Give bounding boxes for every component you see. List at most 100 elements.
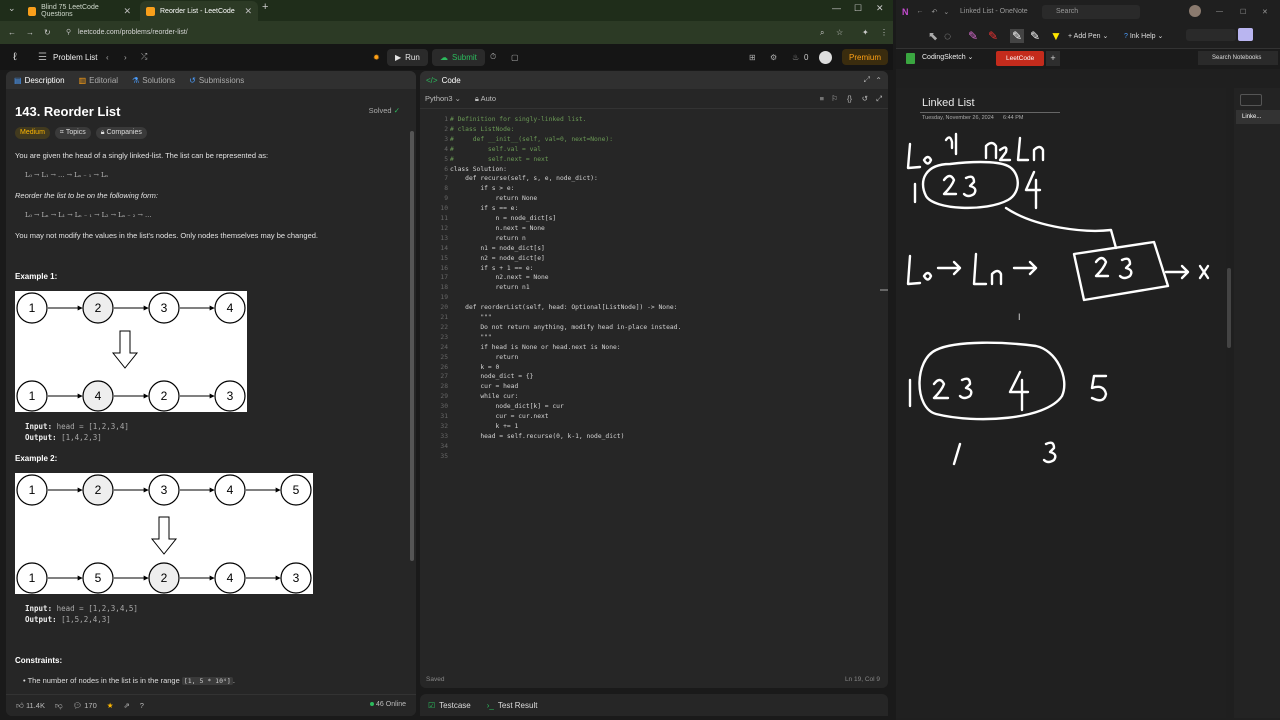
add-section-icon[interactable]: + [1046,51,1060,66]
node-label: 4 [227,301,234,315]
maximize-icon[interactable]: ☐ [1240,8,1246,16]
language-selector[interactable]: Python3 ⌄ [425,94,461,103]
tab-title: Reorder List - LeetCode [160,7,235,15]
add-page-icon[interactable] [1240,94,1262,106]
onenote-search-field[interactable]: Search [1042,5,1140,19]
url-field[interactable]: ⚲ leetcode.com/problems/reorder-list/ [60,25,820,40]
text-cursor-icon: I [1018,312,1021,322]
forward-icon[interactable]: → [26,28,34,37]
user-avatar[interactable] [819,50,832,64]
expand-icon[interactable]: ⤢ [864,75,870,85]
minimize-icon[interactable]: — [1216,8,1223,15]
section-tab-leetcode[interactable]: LeetCode [996,51,1045,66]
page-list-item[interactable]: Linke... [1236,110,1280,124]
highlighter-icon[interactable]: ▼ [1050,29,1062,43]
undo-icon[interactable]: ↶ [932,8,938,16]
reset-icon[interactable]: ↺ [862,94,868,103]
code-line: n = node_dict[s] [450,215,557,222]
tab-test-result[interactable]: ›_ Test Result [487,701,538,710]
like-button[interactable]: 👍︎ 11.4K [16,701,45,711]
timer-icon[interactable]: ⏱ [490,44,496,70]
problem-list-icon[interactable]: ☰ [38,44,47,70]
browser-tab-blind75[interactable]: Blind 75 LeetCode Questions ✕ [22,1,137,21]
close-window-icon[interactable]: ✕ [876,3,884,14]
comments-button[interactable]: 💬︎ 170 [73,701,97,710]
tab-editorial[interactable]: ▥ Editorial [79,76,118,85]
settings-gear-icon[interactable]: ⚙ [770,44,777,70]
search-notebooks-label: Search Notebooks [1212,55,1262,61]
debug-icon[interactable]: ✹ [373,44,380,70]
premium-button[interactable]: Premium [842,49,889,65]
select-tool-icon[interactable]: ⬉ [928,29,938,43]
toolbar-field[interactable] [1186,29,1236,41]
collapse-icon[interactable]: ⌃ [875,76,882,85]
extensions-icon[interactable]: ✦ [862,28,869,37]
braces-icon[interactable]: {} [847,94,852,103]
new-tab-icon[interactable]: + [262,1,268,13]
pen-white-icon[interactable]: ✎ [1010,28,1025,43]
favorite-star-icon[interactable]: ★ [107,701,114,710]
streak-fire-icon[interactable]: ♨ [792,44,799,70]
minimize-icon[interactable]: — [832,3,841,13]
site-info-icon[interactable]: ⚲ [66,28,71,36]
help-icon[interactable]: ? [140,701,144,710]
profile-avatar[interactable] [1189,5,1201,17]
submit-button[interactable]: ☁ Submit [432,48,485,66]
add-pen-button[interactable]: + Add Pen ⌄ [1068,32,1108,40]
code-line: class Solution: [450,165,507,173]
notebook-selector[interactable]: CodingSketch ⌄ [922,53,973,61]
run-button[interactable]: ▶ Run [387,48,428,66]
leetcode-logo-icon[interactable]: ℓ [13,44,17,70]
pen-red-icon[interactable]: ✎ [988,29,998,43]
code-panel-title: Code [441,75,461,85]
back-icon[interactable]: ← [917,8,924,15]
view-toggle-icon[interactable] [1238,28,1253,41]
pen-pink-icon[interactable]: ✎ [968,29,978,43]
browser-menu-icon[interactable]: ⋮ [880,28,888,37]
ink-help-button[interactable]: ? Ink Help ⌄ [1124,32,1163,40]
online-dot-icon [370,702,375,706]
example1-input: head = [1,2,3,4] [56,422,129,431]
line-number: 17 [440,274,448,282]
reload-icon[interactable]: ↻ [44,28,51,37]
format-icon[interactable]: ≡ [820,94,824,103]
search-icon[interactable]: ⌕ [820,28,824,38]
companies-chip[interactable]: 🔒︎ Companies [95,127,147,139]
bookmark-star-icon[interactable]: ☆ [836,28,843,37]
note-canvas[interactable]: Linked List Tuesday, November 26, 2024 6… [896,88,1226,718]
bookmark-icon[interactable]: ⚐ [831,94,838,103]
shuffle-icon[interactable]: ⤮ [141,44,147,70]
tab-testcase[interactable]: ☑ Testcase [428,701,471,710]
tab-submissions[interactable]: ↺ Submissions [189,76,244,85]
next-problem-icon[interactable]: › [124,44,127,70]
search-notebooks-button[interactable]: Search Notebooks [1198,51,1278,65]
back-icon[interactable]: ← [8,28,16,37]
canvas-scrollbar[interactable] [1227,268,1231,348]
pen-black-icon[interactable]: ✎ [1030,29,1040,43]
example1-io: Input: head = [1,2,3,4] Output: [1,4,2,3… [25,421,129,443]
fullscreen-icon[interactable]: ⤢ [876,94,882,104]
tab-description[interactable]: ▤ Description [14,76,65,85]
prev-problem-icon[interactable]: ‹ [106,44,109,70]
auto-toggle[interactable]: 🔒︎ Auto [475,94,496,104]
node-label: 1 [29,389,36,403]
maximize-icon[interactable]: ☐ [854,3,862,14]
close-tab-icon[interactable]: ✕ [123,6,131,17]
dislike-icon[interactable]: 👎︎ [55,701,63,711]
notes-icon[interactable]: ▢ [511,44,519,70]
tab-solutions[interactable]: ⚗ Solutions [132,76,175,85]
layout-icon[interactable]: ⊞ [749,44,756,70]
quick-access-icon[interactable]: ⌄ [943,8,949,16]
problem-list-link[interactable]: Problem List [53,44,97,70]
close-window-icon[interactable]: ✕ [1262,8,1268,16]
description-scrollbar[interactable] [410,131,414,561]
close-tab-icon[interactable]: ✕ [244,6,252,17]
leetcode-favicon [28,6,37,16]
topics-chip[interactable]: ⌗ Topics [54,127,91,139]
tab-search-icon[interactable]: ⌄ [8,3,16,14]
browser-tab-reorder-list[interactable]: Reorder List - LeetCode ✕ [140,1,258,21]
lock-icon: 🔒︎ [100,129,105,137]
share-icon[interactable]: ⇗ [123,701,129,710]
lasso-icon[interactable]: ◌ [944,29,951,43]
saved-status: Saved [426,676,445,683]
